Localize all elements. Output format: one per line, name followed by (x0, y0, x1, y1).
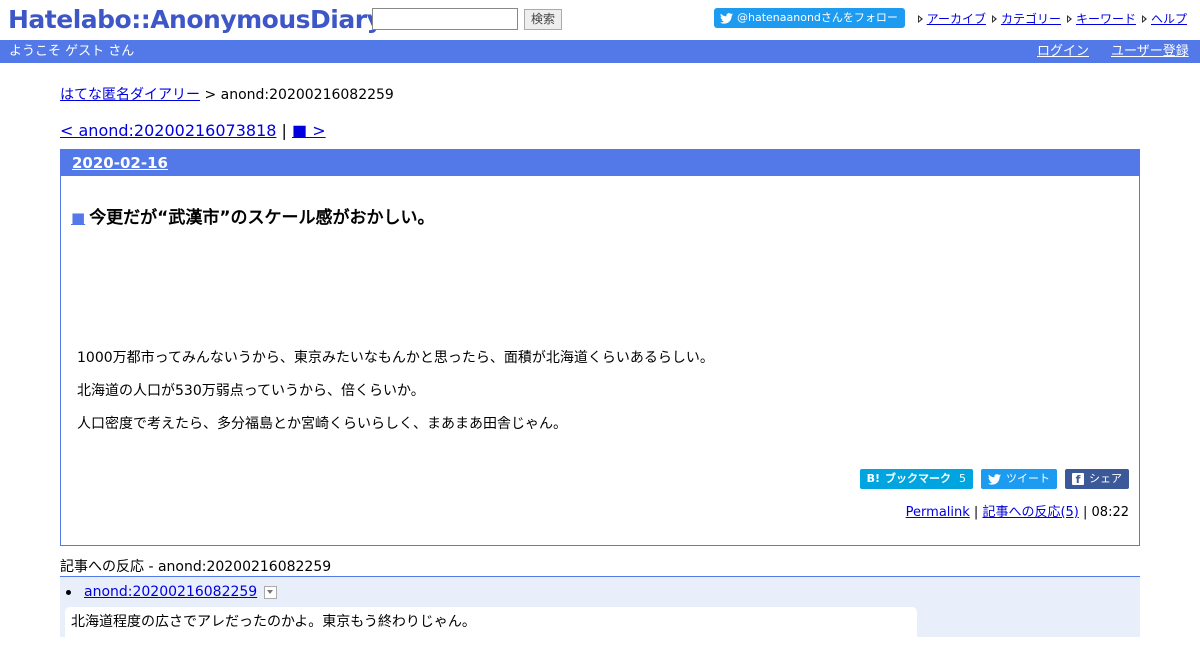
facebook-share-button[interactable]: f シェア (1065, 469, 1129, 489)
entry-pager: < anond:20200216073818 | ■ > (60, 121, 326, 140)
title-permalink-mark[interactable]: ■ (71, 209, 85, 227)
login-link[interactable]: ログイン (1037, 40, 1089, 63)
breadcrumb-current: anond:20200216082259 (220, 87, 394, 103)
bookmark-label: ブックマーク (885, 472, 951, 485)
nav-archive[interactable]: アーカイブ (917, 10, 986, 27)
nav-help-link[interactable]: ヘルプ (1151, 10, 1187, 27)
top-header: Hatelabo::AnonymousDiary 検索 @hatenaanond… (0, 0, 1200, 40)
twitter-follow-button[interactable]: @hatenaanondさんをフォロー (714, 8, 905, 28)
arrow-right-icon (1066, 14, 1072, 23)
bullet-icon (66, 589, 71, 595)
twitter-bird-icon (720, 12, 733, 24)
reactions-list: anond:20200216082259 北海道程度の広さでアレだったのかよ。東… (60, 576, 1140, 647)
entry-paragraph: 人口密度で考えたら、多分福島とか宮崎くらいらしく、まあまあ田舎じゃん。 (77, 416, 567, 432)
hatena-bookmark-button[interactable]: B! ブックマーク 5 (859, 469, 973, 489)
signup-link[interactable]: ユーザー登録 (1111, 40, 1189, 63)
entry-title: ■ 今更だが“武漢市”のスケール感がおかしい。 (71, 203, 435, 228)
entry-box: 2020-02-16 ■ 今更だが“武漢市”のスケール感がおかしい。 1000万都… (60, 149, 1140, 546)
reaction-excerpt: 北海道程度の広さでアレだったのかよ。東京もう終わりじゃん。 (65, 607, 917, 647)
entry-time: 08:22 (1091, 505, 1129, 520)
breadcrumb-home[interactable]: はてな匿名ダイアリー (60, 87, 200, 103)
next-entry-link[interactable]: ■ > (292, 121, 326, 140)
nav-category[interactable]: カテゴリー (991, 10, 1061, 27)
arrow-right-icon (917, 14, 923, 23)
reactions-heading: 記事への反応 - anond:20200216082259 (60, 559, 332, 575)
entry-body: 1000万都市ってみんないうから、東京みたいなもんかと思ったら、面積が北海道くら… (77, 349, 714, 448)
reaction-entry-link[interactable]: anond:20200216082259 (84, 584, 257, 600)
list-item: anond:20200216082259 (66, 584, 278, 600)
user-bar: ようこそ ゲスト さん ログイン ユーザー登録 (0, 40, 1200, 63)
permalink-link[interactable]: Permalink (906, 505, 970, 520)
search-button[interactable]: 検索 (524, 9, 563, 30)
follow-label: @hatenaanondさんをフォロー (737, 11, 898, 24)
nav-keyword-link[interactable]: キーワード (1076, 10, 1136, 27)
nav-archive-link[interactable]: アーカイブ (927, 10, 986, 27)
entry-title-text: 今更だが“武漢市”のスケール感がおかしい。 (89, 208, 435, 228)
fb-share-label: シェア (1089, 472, 1122, 485)
breadcrumb-separator: > (200, 87, 221, 103)
nav-keyword[interactable]: キーワード (1066, 10, 1136, 27)
tweet-button[interactable]: ツイート (981, 469, 1057, 489)
reactions-link[interactable]: 記事への反応(5) (982, 505, 1078, 520)
entry-date-bar: 2020-02-16 (61, 150, 1139, 176)
hatena-bookmark-icon: B! (866, 472, 880, 485)
entry-paragraph: 1000万都市ってみんないうから、東京みたいなもんかと思ったら、面積が北海道くら… (77, 350, 714, 366)
facebook-icon: f (1072, 473, 1084, 486)
search-input[interactable] (372, 8, 518, 30)
footer-separator: | (969, 505, 983, 520)
prev-entry-link[interactable]: < anond:20200216073818 (60, 121, 276, 140)
arrow-right-icon (991, 14, 997, 23)
bookmark-count: 5 (959, 472, 966, 485)
breadcrumb: はてな匿名ダイアリー > anond:20200216082259 (60, 84, 394, 104)
nav-help[interactable]: ヘルプ (1141, 10, 1187, 27)
tweet-label: ツイート (1006, 472, 1050, 485)
welcome-text: ようこそ ゲスト さん (9, 44, 135, 59)
share-buttons: B! ブックマーク 5 ツイート f シェア (859, 469, 1129, 489)
twitter-bird-icon (988, 473, 1001, 485)
site-logo[interactable]: Hatelabo::AnonymousDiary (8, 4, 383, 36)
entry-paragraph: 北海道の人口が530万弱点っていうから、倍くらいか。 (77, 383, 425, 399)
nav-category-link[interactable]: カテゴリー (1001, 10, 1061, 27)
footer-separator: | (1078, 505, 1092, 520)
arrow-right-icon (1141, 14, 1147, 23)
top-nav: アーカイブ カテゴリー キーワード ヘルプ (917, 10, 1187, 27)
entry-footer: Permalink | 記事への反応(5) | 08:22 (906, 501, 1129, 520)
chevron-down-icon[interactable] (264, 585, 278, 599)
pager-separator: | (276, 121, 292, 140)
entry-date-link[interactable]: 2020-02-16 (72, 154, 168, 172)
